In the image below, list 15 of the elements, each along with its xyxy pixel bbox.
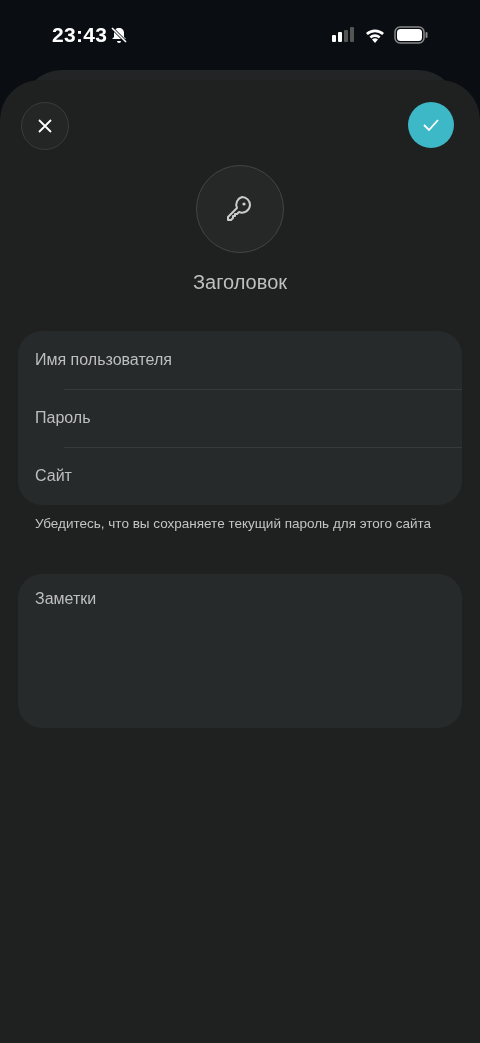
check-icon (423, 119, 439, 131)
hint-text: Убедитесь, что вы сохраняете текущий пароль для этого сайта (35, 516, 433, 531)
notes-field[interactable]: Заметки (18, 574, 462, 728)
title-field[interactable]: Заголовок (130, 269, 350, 295)
close-icon (38, 119, 52, 133)
input-field[interactable]: Пароль (35, 406, 462, 430)
wifi-icon (364, 27, 386, 43)
clock: 23:43 (52, 23, 108, 47)
muted-bell-icon (110, 26, 129, 44)
battery-icon (394, 26, 428, 44)
signal-icon (332, 27, 356, 43)
input-field[interactable]: Сайт (35, 464, 462, 488)
save-button[interactable] (408, 102, 454, 148)
close-button[interactable] (21, 102, 69, 150)
input-field[interactable]: Имя пользователя (35, 348, 462, 372)
